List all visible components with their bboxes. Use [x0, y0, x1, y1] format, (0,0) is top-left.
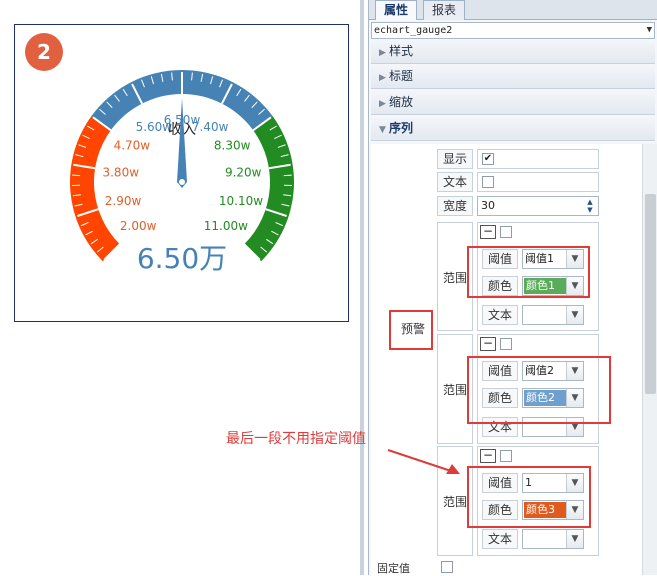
- fixed-value-label: 固定值: [377, 560, 410, 576]
- gauge-tick-label: 2.00w: [120, 219, 157, 233]
- width-input[interactable]: 30 ▲▼: [477, 196, 599, 216]
- text-cell: [477, 172, 599, 192]
- section-title[interactable]: ▶标题: [371, 65, 655, 89]
- annotation-highlight: [467, 356, 611, 424]
- range-label-1: 范围: [443, 269, 467, 286]
- chevron-right-icon: ▶: [379, 42, 389, 65]
- section-style[interactable]: ▶样式: [371, 40, 655, 64]
- show-label: 显示: [437, 149, 473, 169]
- gauge-pointer: [177, 98, 187, 188]
- gauge-tick-label: 2.90w: [105, 194, 142, 208]
- remove-range-button[interactable]: −: [480, 449, 496, 463]
- gauge-tick-label: 4.70w: [114, 139, 151, 153]
- tab-properties[interactable]: 属性: [375, 0, 417, 20]
- gauge-chart-canvas[interactable]: 2 2.00w2.90w3.80w4.70w5.60w6.50w7.40w8.3…: [14, 24, 349, 322]
- gauge-value: 6.50万: [137, 242, 227, 275]
- chevron-right-icon: ▶: [379, 93, 389, 116]
- component-select[interactable]: echart_gauge2 ▼: [371, 22, 655, 39]
- scrollbar-thumb[interactable]: [645, 194, 656, 394]
- gauge-tick-label: 10.10w: [219, 194, 263, 208]
- spinner-arrows-icon[interactable]: ▲▼: [583, 198, 597, 214]
- chevron-down-icon: ▼: [566, 306, 583, 324]
- property-panel: 属性 报表 echart_gauge2 ▼ ▶样式 ▶标题 ▶缩放 ▼序列 显示…: [368, 0, 657, 575]
- text-label: 文本: [437, 172, 473, 192]
- range-label-2: 范围: [443, 381, 467, 398]
- gauge-tick-label: 11.00w: [204, 219, 248, 233]
- range-checkbox[interactable]: [500, 450, 512, 462]
- text-select[interactable]: ▼: [522, 305, 584, 325]
- annotation-highlight: [467, 466, 591, 528]
- gauge-pointer-pivot: [179, 179, 185, 185]
- section-series[interactable]: ▼序列: [371, 117, 655, 141]
- text-label: 文本: [482, 305, 518, 325]
- fixed-value-checkbox[interactable]: [441, 561, 453, 573]
- chevron-down-icon: ▼: [647, 23, 652, 38]
- gauge-band-1: [70, 116, 120, 261]
- range-label-3: 范围: [443, 493, 467, 510]
- range-checkbox[interactable]: [500, 226, 512, 238]
- chevron-down-icon: ▼: [566, 530, 583, 548]
- panel-splitter[interactable]: [360, 0, 364, 575]
- annotation-arrow-icon: [380, 440, 470, 480]
- tab-report[interactable]: 报表: [423, 0, 465, 20]
- remove-range-button[interactable]: −: [480, 337, 496, 351]
- gauge-chart: 2.00w2.90w3.80w4.70w5.60w6.50w7.40w8.30w…: [15, 25, 350, 323]
- text-label: 文本: [482, 529, 518, 549]
- gauge-tick-label: 7.40w: [192, 120, 229, 134]
- gauge-tick-label: 3.80w: [102, 165, 139, 179]
- series-editor: 显示 ✔ 文本 宽度 30 ▲▼ 预警 范围 − 阈值 阈值1▼ 颜色: [371, 144, 655, 575]
- panel-tabs: 属性 报表: [369, 0, 657, 20]
- remove-range-button[interactable]: −: [480, 225, 496, 239]
- gauge-tick-label: 9.20w: [225, 165, 262, 179]
- show-cell: ✔: [477, 149, 599, 169]
- section-zoom[interactable]: ▶缩放: [371, 91, 655, 115]
- annotation-highlight: [389, 310, 433, 350]
- gauge-band-3: [244, 116, 294, 261]
- show-checkbox[interactable]: ✔: [482, 153, 494, 165]
- text-select[interactable]: ▼: [522, 529, 584, 549]
- range-checkbox[interactable]: [500, 338, 512, 350]
- panel-scrollbar[interactable]: [642, 144, 657, 575]
- gauge-minor-tick: [72, 175, 80, 176]
- annotation-text: 最后一段不用指定阈值: [226, 428, 366, 448]
- gauge-minor-tick: [284, 175, 292, 176]
- gauge-tick-label: 8.30w: [214, 139, 251, 153]
- annotation-highlight: [467, 246, 590, 298]
- text-checkbox[interactable]: [482, 176, 494, 188]
- width-label: 宽度: [437, 196, 473, 216]
- chevron-right-icon: ▶: [379, 67, 389, 90]
- chevron-down-icon: ▼: [379, 119, 389, 142]
